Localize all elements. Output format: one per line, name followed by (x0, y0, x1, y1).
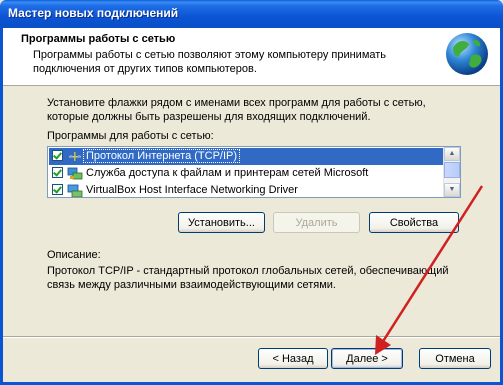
instructions-text: Установите флажки рядом с именами всех п… (47, 97, 426, 123)
properties-button[interactable]: Свойства (369, 212, 459, 233)
description-label: Описание: (47, 249, 101, 261)
footer-divider (3, 336, 500, 338)
item-checkbox[interactable] (52, 184, 63, 195)
wizard-window: Программы работы с сетью Программы работ… (0, 28, 503, 385)
install-button[interactable]: Установить... (178, 212, 265, 233)
wizard-header: Программы работы с сетью Программы работ… (3, 28, 500, 86)
list-scrollbar[interactable]: ▲ ▼ (443, 147, 460, 197)
next-button[interactable]: Далее > (331, 348, 403, 369)
list-item[interactable]: Протокол Интернета (TCP/IP) (49, 148, 445, 165)
globe-icon (446, 33, 488, 75)
item-checkbox[interactable] (52, 150, 63, 161)
scroll-down-icon[interactable]: ▼ (444, 183, 460, 197)
file-printer-sharing-icon (67, 167, 83, 180)
item-checkbox[interactable] (52, 167, 63, 178)
network-protocol-icon (69, 152, 81, 161)
programs-list-label: Программы для работы с сетью: (47, 130, 214, 142)
list-item-label: VirtualBox Host Interface Networking Dri… (86, 184, 298, 196)
list-item-label: Служба доступа к файлам и принтерам сете… (86, 167, 369, 179)
cancel-button[interactable]: Отмена (419, 348, 491, 369)
list-item-label: Протокол Интернета (TCP/IP) (82, 149, 241, 163)
scroll-up-icon[interactable]: ▲ (444, 147, 460, 161)
network-driver-icon (67, 184, 83, 197)
scroll-thumb[interactable] (444, 162, 460, 178)
title-bar[interactable]: Мастер новых подключений (0, 0, 503, 28)
window-title: Мастер новых подключений (8, 6, 179, 20)
list-item[interactable]: VirtualBox Host Interface Networking Dri… (49, 182, 445, 197)
back-button[interactable]: < Назад (258, 348, 328, 369)
list-item[interactable]: Служба доступа к файлам и принтерам сете… (49, 165, 445, 182)
remove-button[interactable]: Удалить (273, 212, 360, 233)
page-title: Программы работы с сетью (21, 33, 176, 45)
page-subtitle: Программы работы с сетью позволяют этому… (33, 49, 387, 75)
programs-listbox[interactable]: Протокол Интернета (TCP/IP) Служба досту… (47, 146, 461, 198)
description-text: Протокол TCP/IP - стандартный протокол г… (47, 265, 449, 291)
